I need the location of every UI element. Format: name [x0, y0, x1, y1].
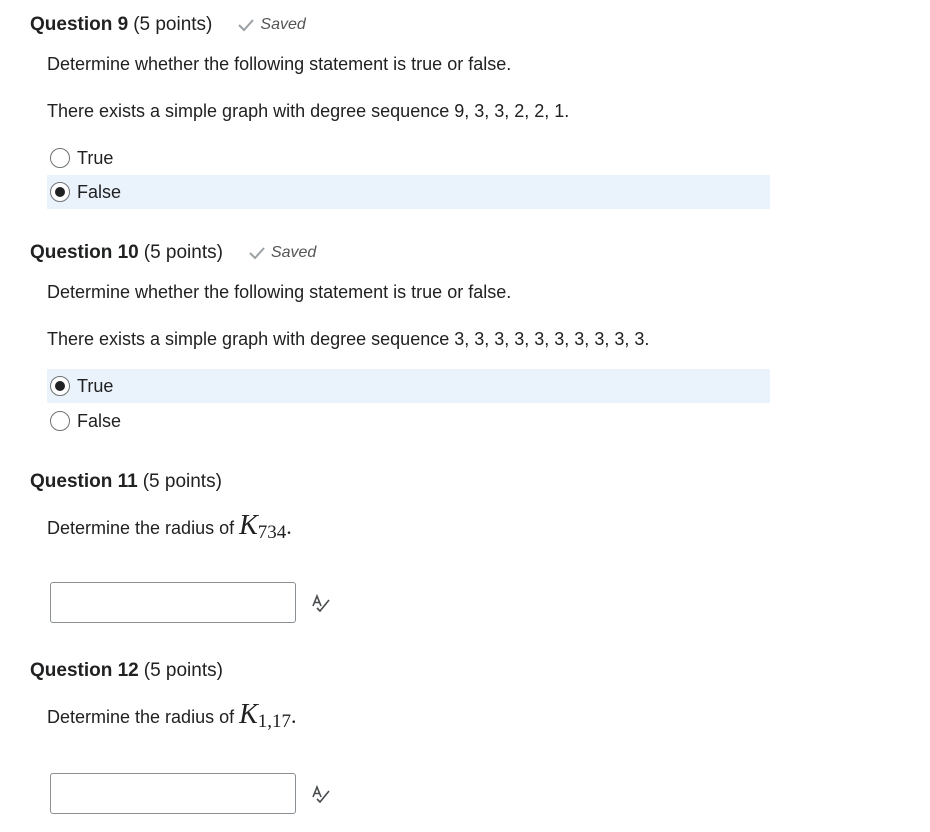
question-10-header: Question 10 (5 points) Saved	[30, 242, 316, 264]
option-label: True	[77, 375, 114, 396]
question-points: (5 points)	[143, 242, 223, 263]
question-statement: There exists a simple graph with degree …	[47, 101, 570, 121]
spellcheck-icon[interactable]	[310, 783, 332, 805]
question-title: Question 10	[30, 242, 139, 263]
question-points: (5 points)	[142, 471, 222, 492]
radio-button[interactable]	[50, 148, 70, 168]
option-true[interactable]: True	[47, 141, 770, 175]
answer-input[interactable]	[50, 582, 296, 623]
option-true[interactable]: True	[47, 369, 770, 403]
question-points: (5 points)	[133, 14, 213, 35]
question-prompt: Determine whether the following statemen…	[47, 282, 512, 302]
question-prompt: Determine the radius of K734.	[47, 510, 292, 543]
radio-selected-dot	[55, 381, 65, 391]
math-subscript: 734	[257, 522, 287, 543]
radio-selected-dot	[55, 187, 65, 197]
checkmark-icon	[238, 19, 255, 32]
saved-status: Saved	[249, 244, 316, 262]
math-expression: K1,17	[239, 699, 292, 732]
saved-status: Saved	[238, 16, 306, 34]
saved-label: Saved	[260, 16, 306, 33]
question-9-header: Question 9 (5 points) Saved	[30, 14, 306, 36]
question-points: (5 points)	[143, 660, 223, 681]
prompt-text: Determine the radius of	[47, 518, 235, 538]
prompt-text: Determine the radius of	[47, 707, 235, 727]
math-symbol: K	[239, 699, 258, 730]
question-statement: There exists a simple graph with degree …	[47, 329, 650, 349]
option-false[interactable]: False	[47, 175, 770, 209]
question-prompt: Determine whether the following statemen…	[47, 54, 512, 74]
answer-input[interactable]	[50, 773, 296, 814]
question-title: Question 12	[30, 660, 139, 681]
question-title: Question 9	[30, 14, 129, 35]
option-label: True	[77, 147, 114, 168]
question-11-header: Question 11 (5 points)	[30, 471, 222, 493]
saved-label: Saved	[270, 244, 317, 261]
question-12-header: Question 12 (5 points)	[30, 660, 223, 682]
option-label: False	[77, 410, 122, 431]
option-label: False	[77, 181, 122, 202]
option-false[interactable]: False	[47, 404, 770, 438]
radio-button[interactable]	[50, 411, 70, 431]
radio-button[interactable]	[50, 376, 70, 396]
question-prompt: Determine the radius of K1,17.	[47, 699, 297, 732]
radio-button[interactable]	[50, 182, 70, 202]
checkmark-icon	[249, 247, 265, 260]
math-expression: K734	[239, 510, 287, 543]
math-symbol: K	[239, 510, 258, 541]
spellcheck-icon[interactable]	[310, 592, 332, 614]
math-subscript: 1,17	[257, 711, 292, 732]
question-title: Question 11	[30, 471, 138, 492]
